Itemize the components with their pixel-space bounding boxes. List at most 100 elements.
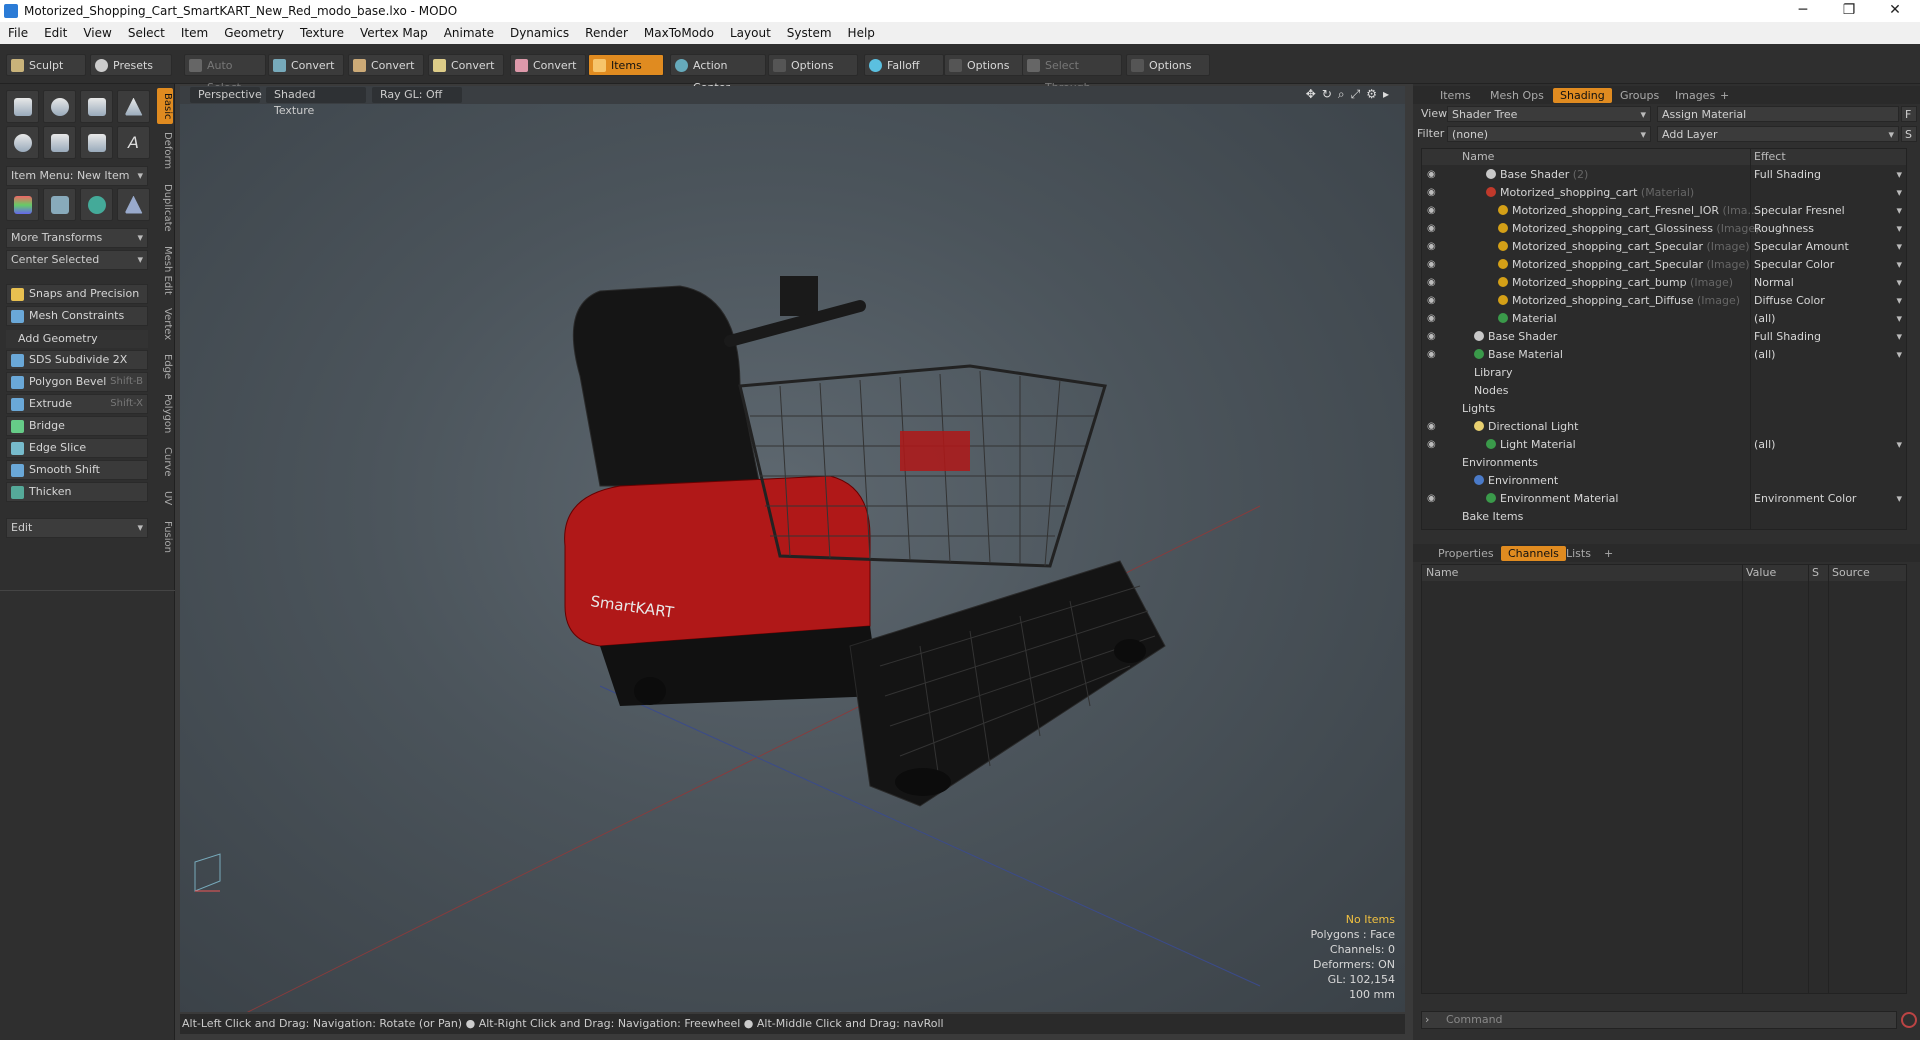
globe-tool[interactable] (80, 188, 113, 221)
layer-effect-dropdown[interactable]: Specular Amount (1754, 238, 1904, 256)
minimize-button[interactable]: ─ (1780, 0, 1826, 22)
record-icon[interactable] (1901, 1012, 1917, 1028)
add-tab-button[interactable]: + (1713, 88, 1736, 103)
menu-help[interactable]: Help (840, 26, 883, 40)
action-center-button[interactable]: Action Center (670, 54, 766, 94)
tab-properties[interactable]: Properties (1431, 546, 1501, 561)
vtab-mesh-edit[interactable]: Mesh Edit (157, 242, 173, 298)
menu-file[interactable]: File (0, 26, 36, 40)
add-tab-button[interactable]: + (1597, 546, 1620, 561)
visibility-eye-icon[interactable]: ◉ (1427, 256, 1439, 274)
layer-effect-dropdown[interactable]: Environment Color (1754, 490, 1904, 508)
shader-tree-row[interactable]: ◉ Motorized_shopping_cart_bump (Image) Nor… (1422, 274, 1906, 292)
transform-tool[interactable] (6, 188, 39, 221)
polygon-bevel-button[interactable]: Polygon Bevel Shift-B (6, 372, 148, 392)
pen-tool[interactable] (80, 126, 113, 159)
visibility-eye-icon[interactable]: ◉ (1427, 328, 1439, 346)
viewport-nav-icons[interactable]: ✥↻⌕⤢⚙▸ (1306, 87, 1395, 102)
filter-dropdown[interactable]: (none) (1447, 126, 1651, 143)
menu-geometry[interactable]: Geometry (216, 26, 292, 40)
shader-tree-row[interactable]: Lights (1422, 400, 1906, 418)
menu-dynamics[interactable]: Dynamics (502, 26, 577, 40)
menu-layout[interactable]: Layout (722, 26, 779, 40)
mesh-constraints-button[interactable]: Mesh Constraints (6, 306, 148, 326)
shader-tree-row[interactable]: Library (1422, 364, 1906, 382)
layer-effect-dropdown[interactable]: (all) (1754, 310, 1904, 328)
cone-tool[interactable] (117, 90, 150, 123)
thicken-button[interactable]: Thicken (6, 482, 148, 502)
select-through-button[interactable]: Select Through (1022, 54, 1122, 94)
smooth-shift-button[interactable]: Smooth Shift (6, 460, 148, 480)
maximize-button[interactable]: ❐ (1826, 0, 1872, 22)
edit-dropdown[interactable]: Edit (6, 518, 148, 538)
vtab-curve[interactable]: Curve (157, 444, 173, 480)
shader-tree-row[interactable]: ◉ Base Material (all) (1422, 346, 1906, 364)
visibility-eye-icon[interactable]: ◉ (1427, 310, 1439, 328)
center-selected-dropdown[interactable]: Center Selected (6, 250, 148, 270)
shader-tree-row[interactable]: ◉ Light Material (all) (1422, 436, 1906, 454)
menu-animate[interactable]: Animate (436, 26, 502, 40)
pyramid-tool[interactable] (117, 188, 150, 221)
auto-select-button[interactable]: Auto Select (184, 54, 266, 94)
convert-button-1[interactable]: Convert (268, 54, 344, 76)
layer-effect-dropdown[interactable]: Roughness (1754, 220, 1904, 238)
shader-tree-row[interactable]: ◉ Directional Light (1422, 418, 1906, 436)
options-checkbox[interactable] (949, 59, 962, 72)
shader-tree[interactable]: Name Effect ◉ Base Shader (2) Full Shading… (1421, 148, 1907, 530)
vtab-edge[interactable]: Edge (157, 350, 173, 384)
shader-tree-row[interactable]: ◉ Motorized_shopping_cart_Specular (Image… (1422, 256, 1906, 274)
bridge-button[interactable]: Bridge (6, 416, 148, 436)
shading-mode-dropdown[interactable]: Shaded Texture (266, 87, 366, 117)
layer-effect-dropdown[interactable]: (all) (1754, 346, 1904, 364)
command-input[interactable]: Command (1421, 1011, 1897, 1029)
vtab-basic[interactable]: Basic (157, 88, 173, 124)
sculpt-button[interactable]: Sculpt (6, 54, 86, 76)
capsule-tool[interactable] (43, 126, 76, 159)
tab-shading[interactable]: Shading (1553, 88, 1612, 103)
shader-tree-row[interactable]: Nodes (1422, 382, 1906, 400)
tab-items[interactable]: Items (1433, 88, 1478, 103)
name-column-header[interactable]: Name (1462, 149, 1494, 165)
item-menu-dropdown[interactable]: Item Menu: New Item (6, 166, 148, 186)
layer-effect-dropdown[interactable]: Specular Fresnel (1754, 202, 1904, 220)
visibility-eye-icon[interactable]: ◉ (1427, 436, 1439, 454)
menu-render[interactable]: Render (577, 26, 636, 40)
cube-tool[interactable] (6, 90, 39, 123)
effect-column-header[interactable]: Effect (1754, 149, 1786, 165)
menu-system[interactable]: System (779, 26, 840, 40)
cylinder-tool[interactable] (80, 90, 113, 123)
shader-tree-row[interactable]: Environment (1422, 472, 1906, 490)
menu-select[interactable]: Select (120, 26, 173, 40)
text-tool[interactable]: A (117, 126, 150, 159)
items-mode-button[interactable]: Items (588, 54, 664, 76)
menu-item[interactable]: Item (173, 26, 216, 40)
s-button[interactable]: S (1901, 126, 1917, 142)
visibility-eye-icon[interactable]: ◉ (1427, 220, 1439, 238)
tab-lists[interactable]: Lists (1559, 546, 1598, 561)
options-button-2[interactable]: Options (944, 54, 1026, 76)
visibility-eye-icon[interactable]: ◉ (1427, 202, 1439, 220)
channel-source-header[interactable]: Source (1832, 565, 1870, 581)
vtab-deform[interactable]: Deform (157, 128, 173, 174)
visibility-eye-icon[interactable]: ◉ (1427, 490, 1439, 508)
menu-edit[interactable]: Edit (36, 26, 75, 40)
visibility-eye-icon[interactable]: ◉ (1427, 238, 1439, 256)
options-button-3[interactable]: Options (1126, 54, 1210, 76)
menu-vertex-map[interactable]: Vertex Map (352, 26, 436, 40)
menu-maxtomodo[interactable]: MaxToModo (636, 26, 722, 40)
vtab-vertex[interactable]: Vertex (157, 304, 173, 344)
tab-channels[interactable]: Channels (1501, 546, 1566, 561)
options-checkbox[interactable] (773, 59, 786, 72)
layer-effect-dropdown[interactable]: Full Shading (1754, 328, 1904, 346)
shader-tree-row[interactable]: ◉ Motorized_shopping_cart (Material) (1422, 184, 1906, 202)
options-button-1[interactable]: Options (768, 54, 858, 76)
layer-effect-dropdown[interactable]: (all) (1754, 436, 1904, 454)
menu-view[interactable]: View (75, 26, 119, 40)
visibility-eye-icon[interactable]: ◉ (1427, 292, 1439, 310)
more-transforms-dropdown[interactable]: More Transforms (6, 228, 148, 248)
convert-button-2[interactable]: Convert (348, 54, 424, 76)
options-checkbox[interactable] (1131, 59, 1144, 72)
add-geometry-section[interactable]: Add Geometry (6, 330, 148, 348)
sds-subdivide-button[interactable]: SDS Subdivide 2X (6, 350, 148, 370)
visibility-eye-icon[interactable]: ◉ (1427, 346, 1439, 364)
